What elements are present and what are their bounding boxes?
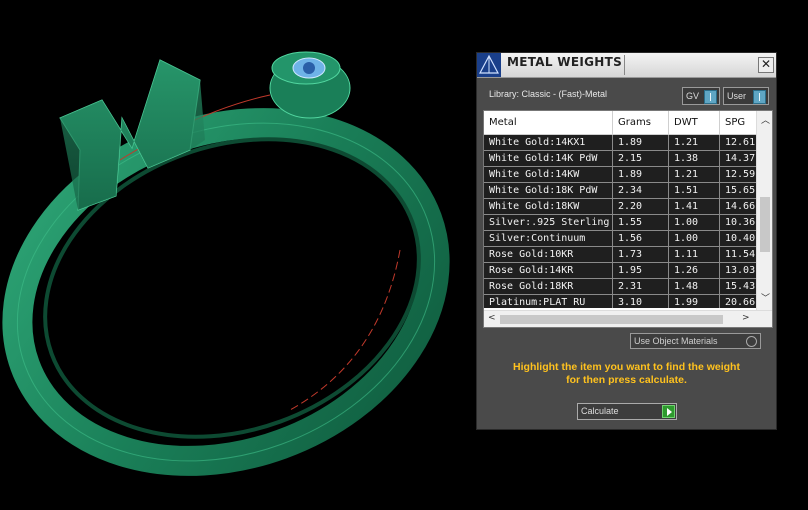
vertical-scroll-thumb[interactable] bbox=[760, 197, 770, 252]
dwt-cell: 1.21 bbox=[669, 167, 720, 182]
column-header-spg[interactable]: SPG bbox=[720, 111, 760, 134]
play-icon[interactable] bbox=[662, 405, 675, 418]
spg-cell: 12.61 bbox=[725, 137, 756, 148]
dwt-cell: 1.48 bbox=[669, 279, 720, 294]
radio-icon[interactable] bbox=[746, 336, 757, 347]
use-object-materials-option[interactable]: Use Object Materials bbox=[630, 333, 761, 349]
user-toggle-label: User bbox=[727, 91, 747, 101]
table-row[interactable]: Silver:.925 Sterling 1.55 1.00 10.36 bbox=[484, 215, 756, 231]
table-row[interactable]: Rose Gold:14KR 1.95 1.26 13.03 bbox=[484, 263, 756, 279]
panel-title: METAL WEIGHTS bbox=[507, 55, 623, 69]
table-row[interactable]: Rose Gold:18KR 2.31 1.48 15.43 bbox=[484, 279, 756, 295]
instruction-line-1: Highlight the item you want to find the … bbox=[513, 361, 740, 373]
toggle-switch-icon bbox=[704, 90, 717, 104]
table-row[interactable]: Platinum:PLAT RU 3.10 1.99 20.66 bbox=[484, 295, 756, 308]
spg-cell: 13.03 bbox=[725, 265, 756, 276]
calculate-button[interactable]: Calculate bbox=[577, 403, 677, 420]
title-bar[interactable]: METAL WEIGHTS ✕ bbox=[477, 53, 776, 78]
metal-cell: White Gold:14KW bbox=[484, 167, 613, 182]
column-header-grams[interactable]: Grams bbox=[613, 111, 669, 134]
metal-cell: White Gold:14K PdW bbox=[484, 151, 613, 166]
column-header-metal[interactable]: Metal bbox=[484, 111, 613, 134]
dwt-cell: 1.41 bbox=[669, 199, 720, 214]
bezel-setting bbox=[269, 51, 351, 119]
spg-cell: 15.65 bbox=[725, 185, 756, 196]
vertical-scrollbar[interactable]: ︿ ﹀ bbox=[756, 111, 772, 310]
dwt-cell: 1.51 bbox=[669, 183, 720, 198]
toggle-switch-icon bbox=[753, 90, 766, 104]
table-row[interactable]: White Gold:14KW 1.89 1.21 12.59 bbox=[484, 167, 756, 183]
column-header-dwt[interactable]: DWT bbox=[669, 111, 720, 134]
grams-cell: 1.56 bbox=[613, 231, 669, 246]
spg-cell: 10.40 bbox=[725, 233, 756, 244]
dwt-cell: 1.00 bbox=[669, 215, 720, 230]
dwt-cell: 1.99 bbox=[669, 295, 720, 308]
calculate-label: Calculate bbox=[581, 406, 619, 416]
grams-cell: 1.55 bbox=[613, 215, 669, 230]
grams-cell: 1.89 bbox=[613, 167, 669, 182]
metal-cell: Rose Gold:10KR bbox=[484, 247, 613, 262]
scroll-left-icon[interactable]: < bbox=[488, 313, 496, 323]
grams-cell: 2.20 bbox=[613, 199, 669, 214]
grams-cell: 2.31 bbox=[613, 279, 669, 294]
metal-cell: White Gold:18KW bbox=[484, 199, 613, 214]
table-row[interactable]: Rose Gold:10KR 1.73 1.11 11.54 bbox=[484, 247, 756, 263]
gv-toggle-label: GV bbox=[686, 91, 700, 101]
metal-table[interactable]: Metal Grams DWT SPG White Gold:14KX1 1.89… bbox=[483, 110, 773, 328]
table-row[interactable]: White Gold:14K PdW 2.15 1.38 14.37 bbox=[484, 151, 756, 167]
grams-cell: 1.73 bbox=[613, 247, 669, 262]
instruction-line-2: for then press calculate. bbox=[566, 374, 687, 386]
close-button[interactable]: ✕ bbox=[758, 57, 774, 73]
dwt-cell: 1.21 bbox=[669, 135, 720, 150]
grams-cell: 1.89 bbox=[613, 135, 669, 150]
spg-cell: 20.66 bbox=[725, 297, 756, 308]
metal-cell: Rose Gold:18KR bbox=[484, 279, 613, 294]
spg-cell: 11.54 bbox=[725, 249, 756, 260]
grams-cell: 1.95 bbox=[613, 263, 669, 278]
table-body: White Gold:14KX1 1.89 1.21 12.61 White Gold:… bbox=[484, 135, 756, 308]
table-row[interactable]: White Gold:18K PdW 2.34 1.51 15.65 bbox=[484, 183, 756, 199]
dwt-cell: 1.26 bbox=[669, 263, 720, 278]
dwt-cell: 1.11 bbox=[669, 247, 720, 262]
app-logo-icon bbox=[477, 53, 501, 77]
table-row[interactable]: White Gold:18KW 2.20 1.41 14.66 bbox=[484, 199, 756, 215]
user-toggle[interactable]: User bbox=[723, 87, 769, 105]
letter-n-charm bbox=[59, 59, 205, 211]
ring-model bbox=[2, 51, 450, 476]
metal-cell: White Gold:18K PdW bbox=[484, 183, 613, 198]
metal-cell: Silver:.925 Sterling bbox=[484, 215, 613, 230]
metal-cell: Silver:Continuum bbox=[484, 231, 613, 246]
grams-cell: 2.34 bbox=[613, 183, 669, 198]
metal-weights-panel: METAL WEIGHTS ✕ Library: Classic - (Fast… bbox=[476, 52, 777, 430]
spg-cell: 14.66 bbox=[725, 201, 756, 212]
gv-toggle[interactable]: GV bbox=[682, 87, 720, 105]
spg-cell: 15.43 bbox=[725, 281, 756, 292]
scroll-right-icon[interactable]: > bbox=[742, 313, 750, 323]
scroll-down-icon[interactable]: ﹀ bbox=[761, 291, 770, 304]
dwt-cell: 1.00 bbox=[669, 231, 720, 246]
table-header: Metal Grams DWT SPG bbox=[484, 111, 756, 135]
table-row[interactable]: White Gold:14KX1 1.89 1.21 12.61 bbox=[484, 135, 756, 151]
title-divider bbox=[624, 55, 625, 75]
metal-cell: Platinum:PLAT RU bbox=[484, 295, 613, 308]
instruction-text: Highlight the item you want to find the … bbox=[487, 361, 766, 387]
grams-cell: 2.15 bbox=[613, 151, 669, 166]
scroll-up-icon[interactable]: ︿ bbox=[761, 113, 770, 126]
metal-cell: White Gold:14KX1 bbox=[484, 135, 613, 150]
horizontal-scroll-thumb[interactable] bbox=[500, 315, 723, 324]
horizontal-scrollbar[interactable]: < > bbox=[484, 310, 772, 327]
spg-cell: 14.37 bbox=[725, 153, 756, 164]
spg-cell: 12.59 bbox=[725, 169, 756, 180]
metal-cell: Rose Gold:14KR bbox=[484, 263, 613, 278]
grams-cell: 3.10 bbox=[613, 295, 669, 308]
use-object-materials-label: Use Object Materials bbox=[634, 336, 718, 346]
library-label: Library: Classic - (Fast)-Metal bbox=[489, 89, 608, 99]
spg-cell: 10.36 bbox=[725, 217, 756, 228]
table-row[interactable]: Silver:Continuum 1.56 1.00 10.40 bbox=[484, 231, 756, 247]
dwt-cell: 1.38 bbox=[669, 151, 720, 166]
